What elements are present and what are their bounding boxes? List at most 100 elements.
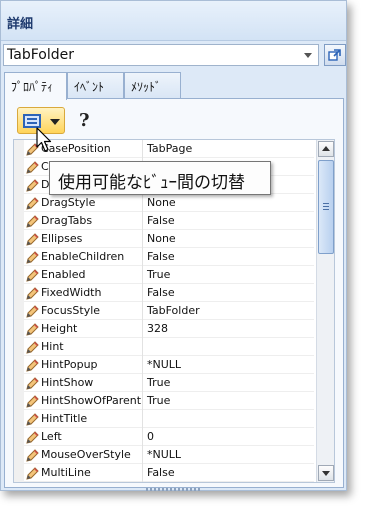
row-gutter (14, 266, 24, 284)
vertical-scrollbar[interactable] (316, 140, 334, 482)
property-name: HintTitle (41, 412, 88, 425)
pencil-icon (25, 214, 39, 228)
property-value[interactable]: True (147, 394, 170, 407)
row-gutter (14, 194, 24, 212)
pencil-icon (25, 304, 39, 318)
property-name: Enabled (41, 268, 86, 281)
row-gutter (14, 446, 24, 464)
property-value[interactable]: False (147, 214, 175, 227)
property-name: Hint (41, 340, 64, 353)
column-divider (142, 194, 143, 212)
property-row[interactable]: HintShow True (14, 374, 314, 392)
row-gutter (14, 464, 24, 482)
property-value[interactable]: 328 (147, 322, 168, 335)
column-divider (142, 248, 143, 266)
property-value[interactable]: 0 (147, 430, 154, 443)
property-name: Ellipses (41, 232, 83, 245)
object-selector-value: TabFolder (7, 47, 74, 63)
property-row[interactable]: Left 0 (14, 428, 314, 446)
property-row[interactable]: DragTabs False (14, 212, 314, 230)
row-gutter (14, 158, 24, 176)
row-gutter (14, 410, 24, 428)
row-gutter (14, 248, 24, 266)
pencil-icon (25, 412, 39, 426)
property-row[interactable]: Enabled True (14, 266, 314, 284)
pencil-icon (25, 322, 39, 336)
property-value[interactable]: TabPage (147, 142, 192, 155)
column-divider (142, 284, 143, 302)
property-value[interactable]: False (147, 286, 175, 299)
pencil-icon (25, 448, 39, 462)
object-selector[interactable]: TabFolder (3, 44, 319, 66)
property-value[interactable]: *NULL (147, 448, 181, 461)
property-name: HintShowOfParent (41, 394, 142, 407)
property-value[interactable]: False (147, 250, 175, 263)
property-row[interactable]: Hint (14, 338, 314, 356)
property-value[interactable]: None (147, 196, 176, 209)
property-value[interactable]: True (147, 376, 170, 389)
scroll-up-button[interactable] (318, 141, 334, 157)
property-value[interactable]: False (147, 466, 175, 479)
column-divider (142, 212, 143, 230)
property-name: Left (41, 430, 62, 443)
row-gutter (14, 392, 24, 410)
chevron-down-icon[interactable] (304, 53, 312, 58)
pencil-icon (25, 466, 39, 480)
column-divider (142, 374, 143, 392)
view-switch-tooltip: 使用可能なﾋﾞｭｰ間の切替 (49, 161, 271, 195)
property-name: HintPopup (41, 358, 98, 371)
property-name: MultiLine (41, 466, 91, 479)
property-row[interactable]: Ellipses None (14, 230, 314, 248)
property-view-icon (23, 114, 41, 128)
column-divider (142, 410, 143, 428)
resize-grip[interactable] (146, 488, 202, 491)
pencil-icon (25, 340, 39, 354)
property-row[interactable]: HintShowOfParent True (14, 392, 314, 410)
details-panel: 詳細 TabFolder ﾌﾟﾛﾊﾟﾃｨ ｲﾍﾞﾝﾄ ﾒｿｯﾄﾞ ? CaseP… (0, 0, 347, 491)
tab-events[interactable]: ｲﾍﾞﾝﾄ (67, 72, 124, 98)
row-gutter (14, 176, 24, 194)
property-row[interactable]: HintTitle (14, 410, 314, 428)
pencil-icon (25, 160, 39, 174)
property-value[interactable]: None (147, 232, 176, 245)
scroll-down-button[interactable] (318, 465, 334, 481)
pencil-icon (25, 232, 39, 246)
column-divider (142, 392, 143, 410)
column-divider (142, 302, 143, 320)
tab-methods[interactable]: ﾒｿｯﾄﾞ (124, 72, 181, 98)
row-gutter (14, 356, 24, 374)
property-value[interactable]: TabFolder (147, 304, 200, 317)
column-divider (142, 140, 143, 158)
property-row[interactable]: CasePosition TabPage (14, 140, 314, 158)
column-divider (142, 464, 143, 482)
pencil-icon (25, 196, 39, 210)
dropdown-arrow-icon (50, 119, 60, 125)
property-row[interactable]: HintPopup *NULL (14, 356, 314, 374)
property-value[interactable]: *NULL (147, 358, 181, 371)
property-value[interactable]: True (147, 268, 170, 281)
grip-icon (323, 203, 329, 204)
pencil-icon (25, 394, 39, 408)
tab-properties[interactable]: ﾌﾟﾛﾊﾟﾃｨ (4, 72, 67, 100)
property-name: HintShow (41, 376, 94, 389)
jump-icon (328, 49, 341, 61)
property-row[interactable]: Height 328 (14, 320, 314, 338)
pencil-icon (25, 268, 39, 282)
property-row[interactable]: EnableChildren False (14, 248, 314, 266)
row-gutter (14, 374, 24, 392)
pencil-icon (25, 250, 39, 264)
help-icon[interactable]: ? (79, 110, 90, 131)
scroll-thumb[interactable] (318, 160, 334, 254)
property-row[interactable]: DragStyle None (14, 194, 314, 212)
property-row[interactable]: MultiLine False (14, 464, 314, 482)
column-divider (142, 320, 143, 338)
row-gutter (14, 284, 24, 302)
mouse-cursor-icon (36, 127, 52, 152)
property-row[interactable]: MouseOverStyle *NULL (14, 446, 314, 464)
pencil-icon (25, 286, 39, 300)
property-row[interactable]: FocusStyle TabFolder (14, 302, 314, 320)
column-divider (142, 230, 143, 248)
row-gutter (14, 140, 24, 158)
jump-to-object-button[interactable] (324, 44, 346, 66)
property-row[interactable]: FixedWidth False (14, 284, 314, 302)
